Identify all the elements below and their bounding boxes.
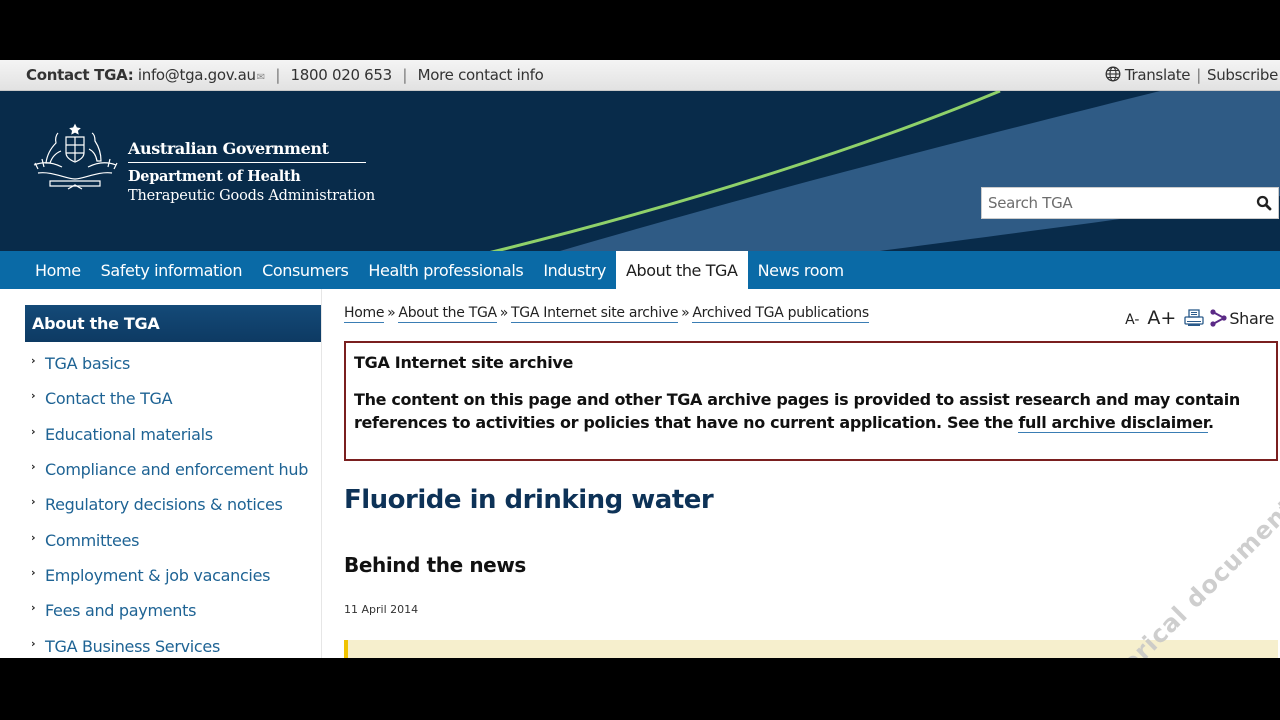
sidebar-item-business-services[interactable]: › TGA Business Services (25, 628, 321, 658)
brand-text: Australian Government Department of Heal… (128, 139, 375, 204)
breadcrumb-publications[interactable]: Archived TGA publications (692, 305, 869, 323)
archive-notice: TGA Internet site archive The content on… (344, 341, 1278, 461)
breadcrumb-home[interactable]: Home (344, 305, 384, 323)
topbar-actions: Translate | Subscribe (1105, 66, 1280, 84)
chevron-right-icon: › (31, 354, 36, 368)
sidebar-item-label[interactable]: Employment & job vacancies (45, 566, 270, 585)
sidebar-item-label[interactable]: Fees and payments (45, 601, 196, 620)
government-name: Australian Government (128, 139, 366, 163)
publish-date: 11 April 2014 (344, 603, 419, 616)
sidebar-item-contact[interactable]: › Contact the TGA (25, 381, 321, 416)
share-icon (1210, 309, 1227, 327)
contact-label: Contact TGA: (26, 66, 134, 84)
search-input[interactable] (982, 188, 1250, 218)
globe-icon (1105, 66, 1121, 82)
nav-about-the-tga[interactable]: About the TGA (615, 251, 748, 289)
contact-info: Contact TGA: info@tga.gov.au✉ | 1800 020… (26, 66, 544, 84)
chevron-right-icon: › (31, 495, 36, 509)
email-text: info@tga.gov.au (137, 66, 256, 84)
archived-info-notice (344, 640, 1278, 658)
search-icon[interactable] (1250, 189, 1278, 217)
separator: | (1196, 66, 1201, 84)
decrease-font-button[interactable]: A- (1125, 312, 1139, 328)
sidebar-item-regulatory[interactable]: › Regulatory decisions & notices (25, 487, 321, 522)
mail-icon: ✉ (256, 72, 265, 83)
nav-health-professionals[interactable]: Health professionals (358, 251, 533, 289)
sidebar: About the TGA › TGA basics › Contact the T… (0, 289, 322, 658)
chevron-right-icon: › (31, 389, 36, 403)
browser-viewport: Contact TGA: info@tga.gov.au✉ | 1800 020… (0, 60, 1280, 658)
sidebar-item-label[interactable]: TGA Business Services (45, 637, 220, 656)
sidebar-heading[interactable]: About the TGA (25, 305, 321, 342)
sidebar-item-educational[interactable]: › Educational materials (25, 417, 321, 452)
breadcrumb-about[interactable]: About the TGA (398, 305, 497, 323)
nav-consumers[interactable]: Consumers (252, 251, 358, 289)
chevron-right-icon: › (31, 424, 36, 438)
department-name: Department of Health (128, 168, 301, 185)
article-subtitle: Behind the news (344, 553, 526, 577)
page-tools: A- A+ Share (1125, 307, 1274, 329)
breadcrumb-separator: » (387, 305, 396, 321)
increase-font-button[interactable]: A+ (1147, 307, 1176, 329)
nav-industry[interactable]: Industry (533, 251, 616, 289)
archive-notice-end: . (1208, 413, 1214, 432)
sidebar-item-label[interactable]: Educational materials (45, 425, 213, 444)
share-label: Share (1229, 308, 1274, 328)
chevron-right-icon: › (31, 601, 36, 615)
more-contact-link[interactable]: More contact info (418, 66, 544, 84)
chevron-right-icon: › (31, 565, 36, 579)
sidebar-item-committees[interactable]: › Committees (25, 522, 321, 557)
subscribe-link[interactable]: Subscribe (1207, 66, 1278, 84)
breadcrumb-archive[interactable]: TGA Internet site archive (511, 305, 678, 323)
sidebar-item-label[interactable]: Compliance and enforcement hub (45, 460, 308, 479)
sidebar-item-employment[interactable]: › Employment & job vacancies (25, 558, 321, 593)
chevron-right-icon: › (31, 460, 36, 474)
nav-safety-information[interactable]: Safety information (91, 251, 252, 289)
archive-notice-title: TGA Internet site archive (354, 353, 574, 372)
archive-disclaimer-link[interactable]: full archive disclaimer (1018, 413, 1208, 433)
sidebar-item-label[interactable]: TGA basics (45, 354, 130, 373)
site-header: Australian Government Department of Heal… (0, 91, 1280, 251)
separator: | (275, 66, 281, 84)
chevron-right-icon: › (31, 636, 36, 650)
sidebar-list: › TGA basics › Contact the TGA › Educationa… (25, 342, 321, 658)
breadcrumb-separator: » (681, 305, 690, 321)
phone-number: 1800 020 653 (290, 66, 393, 84)
chevron-right-icon: › (31, 530, 36, 544)
sidebar-item-label[interactable]: Contact the TGA (45, 389, 173, 408)
share-button[interactable]: Share (1210, 309, 1274, 328)
coat-of-arms-icon (33, 123, 118, 190)
separator: | (402, 66, 408, 84)
sidebar-item-label[interactable]: Regulatory decisions & notices (45, 495, 283, 514)
page-content: About the TGA › TGA basics › Contact the T… (0, 289, 1280, 658)
agency-name: Therapeutic Goods Administration (128, 188, 376, 204)
sidebar-item-tga-basics[interactable]: › TGA basics (25, 346, 321, 381)
print-icon[interactable] (1184, 309, 1204, 327)
sidebar-item-label[interactable]: Committees (45, 531, 139, 550)
government-logo[interactable]: Australian Government Department of Heal… (28, 123, 375, 204)
nav-home[interactable]: Home (25, 251, 91, 289)
translate-label: Translate (1124, 66, 1191, 84)
sidebar-item-compliance[interactable]: › Compliance and enforcement hub (25, 452, 321, 487)
contact-bar: Contact TGA: info@tga.gov.au✉ | 1800 020… (0, 60, 1280, 91)
main-nav: Home Safety information Consumers Health… (0, 251, 1280, 289)
translate-link[interactable]: Translate (1105, 66, 1191, 84)
archive-notice-body: The content on this page and other TGA a… (354, 388, 1268, 434)
nav-news-room[interactable]: News room (748, 251, 854, 289)
email-link[interactable]: info@tga.gov.au✉ (138, 66, 265, 84)
breadcrumb-separator: » (499, 305, 509, 321)
search-box (981, 187, 1279, 219)
page-title: Fluoride in drinking water (344, 485, 714, 515)
main-content: Home» About the TGA» TGA Internet site arc… (322, 289, 1280, 658)
sidebar-item-fees[interactable]: › Fees and payments (25, 593, 321, 628)
